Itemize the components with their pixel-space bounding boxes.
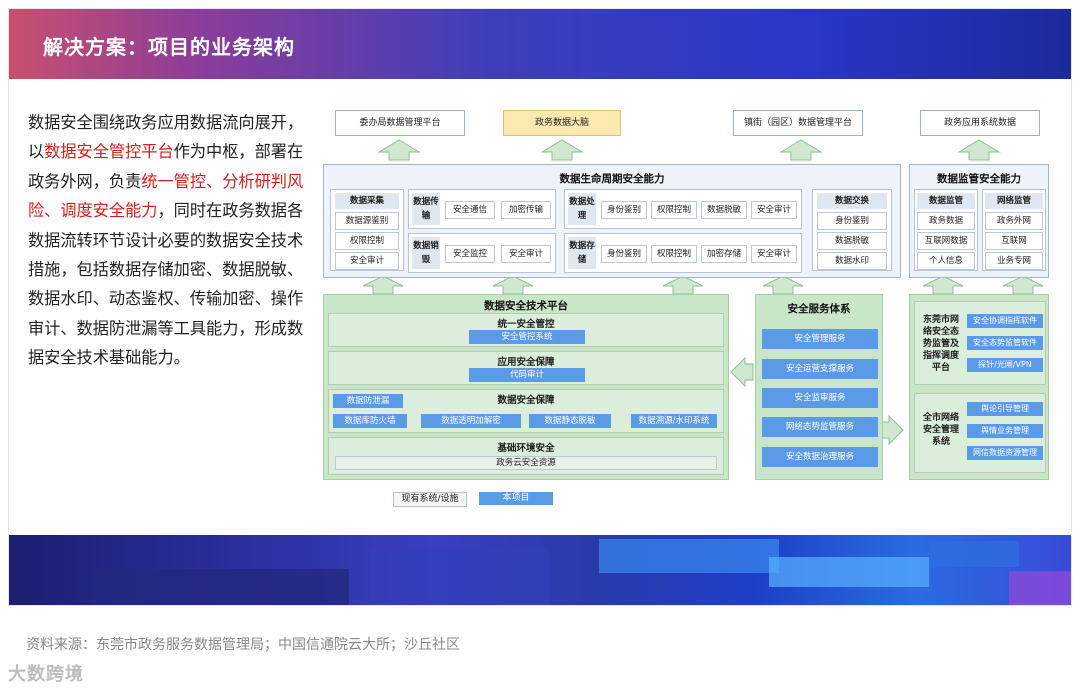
data-sec-item: 数据溯源/水印系统	[631, 414, 717, 428]
exchange-group: 数据交换 身份鉴别 数据脱敏 数据水印	[812, 189, 892, 271]
city-block-2-item: 舆论引导管理	[967, 402, 1043, 416]
transfer-group: 数据传输 安全通信 加密传输	[408, 189, 556, 229]
watermark-logo: 大数跨境	[8, 664, 84, 685]
transfer-item: 加密传输	[501, 201, 551, 219]
collect-group: 数据采集 数据源鉴别 权限控制 安全审计	[330, 189, 404, 271]
monitor-net-item: 政务外网	[985, 212, 1043, 230]
monitor-net-item: 业务专网	[985, 252, 1043, 270]
data-sec-item: 数据透明加解密	[421, 414, 521, 428]
description-text: 数据安全围绕政务应用数据流向展开，以数据安全管控平台作为中枢，部署在政务外网，负…	[28, 108, 313, 373]
exchange-item: 数据水印	[817, 252, 887, 270]
storage-label: 数据存储	[568, 237, 596, 269]
city-block-1: 东莞市网络安全态势监管及指挥调度平台 安全协调指挥软件 安全态势监管软件 探针/…	[914, 301, 1046, 385]
collect-header: 数据采集	[335, 193, 399, 209]
collect-item: 数据源鉴别	[335, 212, 399, 230]
page-title: 解决方案：项目的业务架构	[43, 35, 295, 59]
unified-control: 统一安全管控 安全管控系统	[328, 313, 724, 347]
tech-platform-title: 数据安全技术平台	[484, 300, 568, 312]
exchange-item: 数据脱敏	[817, 232, 887, 250]
process-group: 数据处理 身份鉴别 权限控制 数据脱敏 安全审计	[564, 189, 802, 229]
transfer-item: 安全通信	[445, 201, 495, 219]
base-security: 基础环境安全 政务云安全资源	[328, 437, 724, 475]
unified-title: 统一安全管控	[497, 319, 555, 330]
monitor-data-header: 数据监管	[917, 193, 975, 209]
city-block-2: 全市网络安全管理系统 舆论引导管理 舆情业务管理 网信数据资源管理	[914, 393, 1046, 473]
app-security: 应用安全保障 代码审计	[328, 351, 724, 385]
decor-block	[929, 541, 1019, 567]
service-item: 网络态势监管服务	[762, 417, 878, 437]
city-block-2-label: 全市网络安全管理系统	[922, 413, 959, 447]
city-block-1-item: 安全态势监管软件	[967, 336, 1043, 350]
lifecycle-panel: 数据生命周期安全能力 数据采集 数据源鉴别 权限控制 安全审计 数据传输 安全通…	[323, 164, 901, 278]
storage-item: 安全审计	[751, 245, 797, 263]
storage-item: 权限控制	[651, 245, 697, 263]
process-item: 数据脱敏	[701, 201, 747, 219]
process-item: 身份鉴别	[601, 201, 647, 219]
highlight-text: 数据安全管控平台	[44, 142, 174, 162]
body-text: ，同时在政务数据各数据流转环节设计必要的数据安全技术措施，包括数据存储加密、数据…	[28, 201, 304, 368]
decor-block	[89, 569, 349, 605]
app-item: 代码审计	[469, 368, 585, 382]
storage-item: 加密存储	[701, 245, 747, 263]
city-block-2-item: 网信数据资源管理	[967, 446, 1043, 460]
data-sec-item: 数据静态脱敏	[529, 414, 611, 428]
unified-item: 安全管控系统	[469, 330, 585, 344]
base-item: 政务云安全资源	[335, 456, 717, 470]
header-banner: 解决方案：项目的业务架构	[9, 9, 1071, 79]
data-security: 数据安全保障 数据防泄漏 数据库防火墙 数据透明加解密 数据静态脱敏 数据溯源/…	[328, 389, 724, 433]
monitor-net-item: 互联网	[985, 232, 1043, 250]
base-title: 基础环境安全	[497, 443, 555, 454]
lifecycle-title: 数据生命周期安全能力	[559, 173, 665, 185]
transfer-label: 数据传输	[412, 193, 440, 225]
source-note: 资料来源：东莞市政务服务数据管理局；中国信通院云大所；沙丘社区	[26, 637, 460, 653]
tech-platform-panel: 数据安全技术平台 统一安全管控 安全管控系统 应用安全保障 代码审计 数据安全保…	[323, 294, 729, 480]
monitor-data-item: 政务数据	[917, 212, 975, 230]
monitor-panel: 数据监管安全能力 数据监管 政务数据 互联网数据 个人信息 网络监管 政务外网 …	[909, 164, 1049, 278]
destroy-group: 数据销毁 安全监控 安全审计	[408, 233, 556, 273]
exchange-item: 身份鉴别	[817, 212, 887, 230]
monitor-data-item: 互联网数据	[917, 232, 975, 250]
architecture-diagram: 委办局数据管理平台 政务数据大脑 镇街（园区）数据管理平台 政务应用系统数据 数…	[313, 100, 1050, 507]
legend-project: 本项目	[479, 492, 553, 505]
process-item: 安全审计	[751, 201, 797, 219]
decor-block	[599, 539, 779, 573]
service-panel: 安全服务体系 安全管理服务 安全运营支撑服务 安全监审服务 网络态势监管服务 安…	[755, 294, 883, 480]
legend-existing: 现有系统/设施	[393, 492, 467, 507]
service-title: 安全服务体系	[787, 303, 851, 315]
city-block-1-item: 探针/光闸/VPN	[967, 358, 1043, 372]
service-item: 安全数据治理服务	[762, 447, 878, 467]
service-item: 安全监审服务	[762, 388, 878, 408]
storage-item: 身份鉴别	[601, 245, 647, 263]
city-block-1-label: 东莞市网络安全态势监管及指挥调度平台	[922, 315, 959, 373]
collect-item: 安全审计	[335, 252, 399, 270]
monitor-data-item: 个人信息	[917, 252, 975, 270]
destroy-item: 安全监控	[445, 245, 495, 263]
process-label: 数据处理	[568, 193, 596, 225]
destroy-item: 安全审计	[501, 245, 551, 263]
data-sec-item: 数据库防火墙	[333, 414, 407, 428]
city-block-1-item: 安全协调指挥软件	[967, 314, 1043, 328]
destroy-label: 数据销毁	[412, 237, 440, 269]
service-item: 安全管理服务	[762, 329, 878, 349]
city-block-2-item: 舆情业务管理	[967, 424, 1043, 438]
decor-block	[769, 557, 929, 587]
process-item: 权限控制	[651, 201, 697, 219]
data-sec-item: 数据防泄漏	[333, 394, 403, 408]
decor-block	[369, 549, 549, 605]
city-panel: 东莞市网络安全态势监管及指挥调度平台 安全协调指挥软件 安全态势监管软件 探针/…	[909, 294, 1049, 480]
app-title: 应用安全保障	[497, 357, 555, 368]
decor-block	[1009, 571, 1071, 605]
service-item: 安全运营支撑服务	[762, 359, 878, 379]
monitor-data-group: 数据监管 政务数据 互联网数据 个人信息	[914, 189, 978, 271]
exchange-header: 数据交换	[817, 193, 887, 209]
storage-group: 数据存储 身份鉴别 权限控制 加密存储 安全审计	[564, 233, 802, 273]
monitor-title: 数据监管安全能力	[937, 173, 1021, 185]
monitor-net-header: 网络监管	[985, 193, 1043, 209]
monitor-net-group: 网络监管 政务外网 互联网 业务专网	[982, 189, 1046, 271]
collect-item: 权限控制	[335, 232, 399, 250]
